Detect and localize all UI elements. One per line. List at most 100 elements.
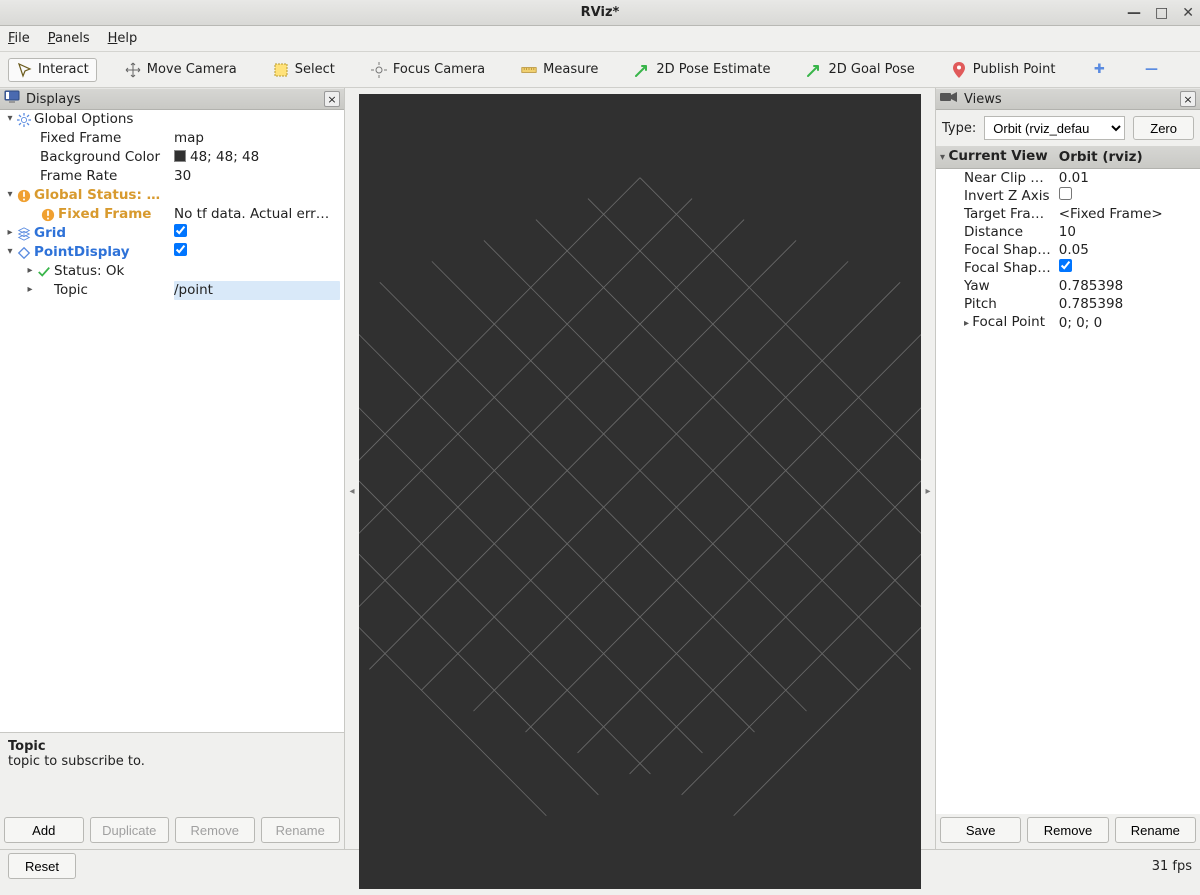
menu-panels[interactable]: Panels (48, 31, 90, 46)
tool-move-camera[interactable]: Move Camera (117, 58, 245, 82)
tool-interact-label: Interact (38, 62, 89, 77)
point-display-check[interactable] (174, 243, 340, 262)
menu-help[interactable]: Help (108, 31, 138, 46)
view-yaw[interactable]: Yaw0.785398 (936, 277, 1200, 295)
tool-measure-label: Measure (543, 62, 598, 77)
bg-color-swatch (174, 150, 186, 162)
type-select[interactable]: Orbit (rviz_defau (984, 116, 1125, 140)
tool-move-camera-label: Move Camera (147, 62, 237, 77)
tool-goal-pose[interactable]: 2D Goal Pose (798, 58, 922, 82)
prop-background-color[interactable]: Background Color 48; 48; 48 (0, 148, 344, 167)
close-icon[interactable]: ✕ (1182, 5, 1194, 21)
tool-pose-estimate-label: 2D Pose Estimate (656, 62, 770, 77)
duplicate-button: Duplicate (90, 817, 170, 843)
prop-point-topic[interactable]: Topic /point (0, 281, 344, 300)
remove-button: Remove (175, 817, 255, 843)
arrow-green-icon (806, 62, 822, 78)
point-topic-label: Topic (54, 281, 88, 300)
menubar: File Panels Help (0, 26, 1200, 52)
tool-pose-estimate[interactable]: 2D Pose Estimate (626, 58, 778, 82)
view-focal-shape-fixed[interactable]: Focal Shap… (936, 259, 1200, 277)
add-button[interactable]: Add (4, 817, 84, 843)
window-title: RViz* (581, 5, 620, 20)
displays-button-row: Add Duplicate Remove Rename (0, 814, 344, 849)
fixed-frame-value: map (174, 129, 340, 148)
panel-views-close-icon[interactable]: × (1180, 91, 1196, 107)
tool-goal-pose-label: 2D Goal Pose (828, 62, 914, 77)
frame-rate-label: Frame Rate (40, 167, 117, 186)
views-remove-button[interactable]: Remove (1027, 817, 1108, 843)
tool-focus-camera[interactable]: Focus Camera (363, 58, 493, 82)
pin-icon (951, 62, 967, 78)
tool-publish-point-label: Publish Point (973, 62, 1056, 77)
menu-file[interactable]: File (8, 31, 30, 46)
view-near-clip[interactable]: Near Clip …0.01 (936, 169, 1200, 188)
splitter-right[interactable]: ▸ (921, 94, 935, 889)
move-icon (125, 62, 141, 78)
type-label: Type: (942, 121, 976, 136)
view-distance[interactable]: Distance10 (936, 223, 1200, 241)
view-focal-point[interactable]: ▸ Focal Point0; 0; 0 (936, 313, 1200, 333)
prop-point-status[interactable]: Status: Ok (0, 262, 344, 281)
minimize-icon[interactable]: — (1127, 5, 1141, 21)
select-icon (273, 62, 289, 78)
splitter-left[interactable]: ◂ (345, 94, 359, 889)
plus-icon: ✚ (1091, 62, 1107, 78)
gear-icon (16, 112, 32, 128)
zero-button[interactable]: Zero (1133, 116, 1194, 140)
ruler-icon (521, 62, 537, 78)
panel-views: Views × Type: Orbit (rviz_defau Zero ▾ C… (935, 88, 1200, 849)
displays-tree[interactable]: Global Options Fixed Frame map Backgroun… (0, 110, 344, 732)
tool-measure[interactable]: Measure (513, 58, 606, 82)
view-invert-z[interactable]: Invert Z Axis (936, 187, 1200, 205)
tool-select-label: Select (295, 62, 335, 77)
monitor-icon (4, 90, 20, 108)
status-fixed-frame-value: No tf data. Actual err… (174, 205, 340, 224)
views-col1: Current View (949, 148, 1048, 164)
desc-body: topic to subscribe to. (8, 754, 336, 769)
tool-publish-point[interactable]: Publish Point (943, 58, 1064, 82)
tree-global-options[interactable]: Global Options (0, 110, 344, 129)
prop-fixed-frame[interactable]: Fixed Frame map (0, 129, 344, 148)
bg-color-label: Background Color (40, 148, 160, 167)
panel-views-header[interactable]: Views × (936, 88, 1200, 110)
panel-displays-header[interactable]: Displays × (0, 88, 344, 110)
views-tree[interactable]: ▾ Current View Orbit (rviz) Near Clip …0… (936, 146, 1200, 814)
window-titlebar: RViz* — □ ✕ (0, 0, 1200, 26)
tool-select[interactable]: Select (265, 58, 343, 82)
views-save-button[interactable]: Save (940, 817, 1021, 843)
toolbar: Interact Move Camera Select Focus Camera… (0, 52, 1200, 88)
panel-displays-close-icon[interactable]: × (324, 91, 340, 107)
tool-remove-extra[interactable]: — (1135, 58, 1167, 82)
panel-displays: Displays × Global Options Fixed Frame ma… (0, 88, 345, 849)
diamond-icon (16, 245, 32, 261)
center-area: ◂ (345, 88, 935, 849)
maximize-icon[interactable]: □ (1155, 5, 1168, 21)
fixed-frame-label: Fixed Frame (40, 129, 121, 148)
prop-global-status-fixed-frame[interactable]: Fixed Frame No tf data. Actual err… (0, 205, 344, 224)
interact-icon (16, 62, 32, 78)
view-pitch[interactable]: Pitch0.785398 (936, 295, 1200, 313)
grid-label: Grid (34, 224, 66, 243)
3d-viewport[interactable] (359, 94, 921, 889)
views-rename-button[interactable]: Rename (1115, 817, 1196, 843)
reset-button[interactable]: Reset (8, 853, 76, 879)
grid-icon (16, 226, 32, 242)
grid-check[interactable] (174, 224, 340, 243)
prop-frame-rate[interactable]: Frame Rate 30 (0, 167, 344, 186)
global-options-label: Global Options (34, 110, 133, 129)
view-target-frame[interactable]: Target Fra…<Fixed Frame> (936, 205, 1200, 223)
minus-icon: — (1143, 62, 1159, 78)
status-fixed-frame-label: Fixed Frame (58, 205, 151, 224)
point-display-label: PointDisplay (34, 243, 130, 262)
tree-point-display[interactable]: PointDisplay (0, 243, 344, 262)
point-status-label: Status: Ok (54, 262, 124, 281)
views-type-row: Type: Orbit (rviz_defau Zero (936, 110, 1200, 146)
warn-icon (40, 207, 56, 223)
tool-interact[interactable]: Interact (8, 58, 97, 82)
tree-grid[interactable]: Grid (0, 224, 344, 243)
tree-global-status[interactable]: Global Status: … (0, 186, 344, 205)
tool-add-extra[interactable]: ✚ (1083, 58, 1115, 82)
panel-views-title: Views (964, 92, 1174, 107)
view-focal-shape-size[interactable]: Focal Shap…0.05 (936, 241, 1200, 259)
